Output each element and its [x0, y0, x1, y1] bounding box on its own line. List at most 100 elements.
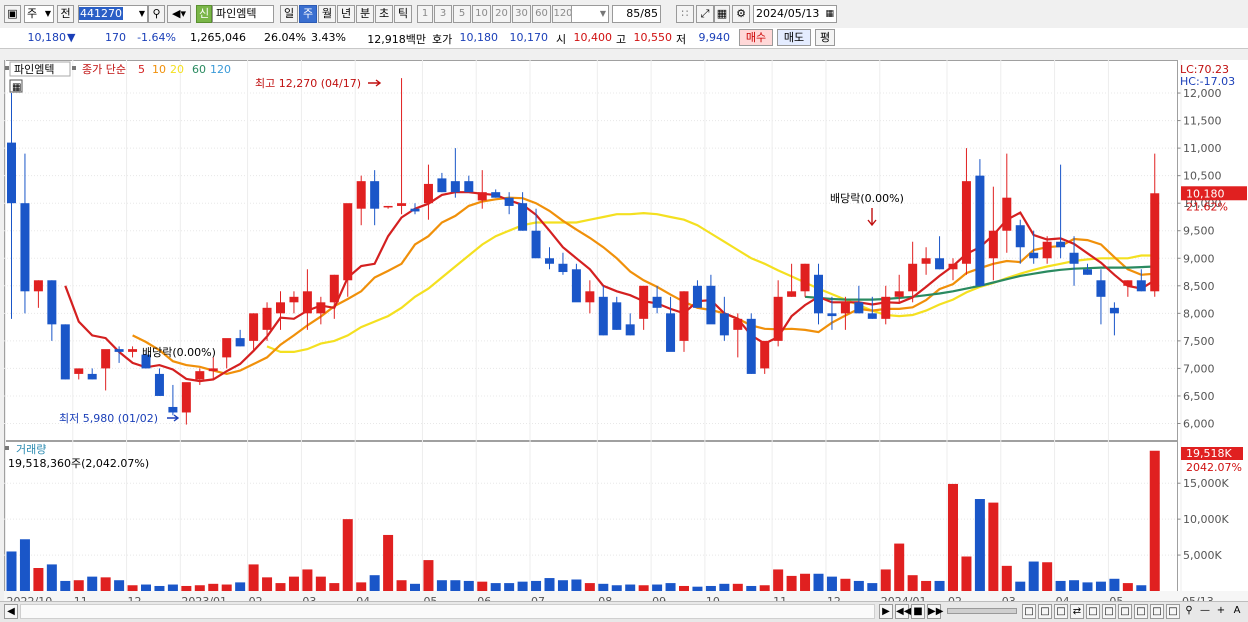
count-field[interactable]: 85/85: [612, 5, 661, 23]
volume-bar: [369, 575, 380, 591]
candle-body: [612, 302, 622, 330]
interval-button-60[interactable]: 60: [532, 5, 551, 23]
volume-value: 1,265,046: [190, 31, 246, 44]
candle-body: [87, 373, 97, 380]
last-page-icon[interactable]: ▶▶: [927, 604, 943, 619]
volume-bar: [262, 577, 273, 591]
tool-icon-10[interactable]: □: [1166, 604, 1180, 619]
grid-icon[interactable]: ∷: [676, 5, 694, 23]
price-tick-label: 11,500: [1183, 115, 1222, 128]
period-tab-6[interactable]: 틱: [394, 5, 412, 23]
sell-button[interactable]: 매도: [777, 29, 811, 46]
scroll-left-icon[interactable]: ◀: [4, 604, 18, 619]
zoom-slider[interactable]: [947, 608, 1017, 614]
high-price: 10,550: [633, 31, 673, 44]
zoom-out-icon[interactable]: —: [1198, 604, 1212, 619]
tool-icon-3[interactable]: □: [1054, 604, 1068, 619]
tool-icon-5[interactable]: □: [1086, 604, 1100, 619]
interval-button-3[interactable]: 3: [434, 5, 452, 23]
draw-icon[interactable]: ⤢: [696, 5, 714, 23]
gear-icon[interactable]: ⚙: [732, 5, 750, 23]
tool-icon-7[interactable]: □: [1118, 604, 1132, 619]
volume-bar: [988, 502, 999, 591]
candle-body: [666, 313, 676, 352]
price-tick-label: 6,500: [1183, 390, 1215, 403]
volume-bar: [948, 483, 958, 591]
candle-body: [975, 175, 985, 286]
search-icon[interactable]: ⚲: [148, 5, 165, 23]
candle-body: [585, 291, 595, 303]
candle-body: [356, 181, 366, 209]
tool-icon-6[interactable]: □: [1102, 604, 1116, 619]
period-tab-5[interactable]: 초: [375, 5, 393, 23]
interval-button-10[interactable]: 10: [472, 5, 491, 23]
first-page-icon[interactable]: ◀◀: [895, 604, 911, 619]
current-price: 10,180: [27, 31, 67, 44]
tool-icon-8[interactable]: □: [1134, 604, 1148, 619]
legend-bullet-icon: [5, 66, 9, 70]
candle-body: [867, 313, 877, 319]
grid-toggle-glyph: ▦: [12, 82, 21, 93]
tool-icon-1[interactable]: □: [1022, 604, 1036, 619]
date-field[interactable]: 2024/05/13 ▦: [753, 5, 837, 23]
volume-bar: [248, 564, 259, 591]
candle-body: [410, 208, 420, 212]
chevron-down-icon: ▼: [138, 9, 145, 18]
volume-bar: [302, 569, 313, 591]
period-tab-2[interactable]: 월: [318, 5, 336, 23]
volume-bar: [167, 584, 178, 591]
scroll-bar[interactable]: ◀ ▶ ◀◀ ■ ▶▶ □ □ □ ⇄ □ □ □ □ □ □ ⚲ — + A: [0, 601, 1248, 622]
volume-bar: [719, 583, 730, 591]
period-tab-0[interactable]: 일: [280, 5, 298, 23]
volume-pct-tag: 2042.07%: [1186, 461, 1242, 474]
zoom-icon[interactable]: ⚲: [1182, 604, 1196, 619]
tool-icon-4[interactable]: ⇄: [1070, 604, 1084, 619]
font-size-icon[interactable]: A: [1230, 604, 1244, 619]
volume-bar: [934, 580, 945, 591]
new-badge: 신: [196, 5, 212, 23]
zoom-in-icon[interactable]: +: [1214, 604, 1228, 619]
speaker-icon[interactable]: ◀▾: [167, 5, 191, 23]
volume-bar: [181, 585, 192, 591]
buy-button[interactable]: 매수: [739, 29, 773, 46]
price-tag: 10,180: [1186, 187, 1225, 200]
eval-button[interactable]: 평: [815, 29, 835, 46]
period-select[interactable]: ▼: [571, 5, 609, 23]
prev-button[interactable]: 전: [57, 5, 74, 23]
interval-button-20[interactable]: 20: [492, 5, 511, 23]
candle-body: [706, 285, 716, 325]
volume-value-label: 19,518,360주(2,042.07%): [8, 457, 149, 470]
period-tab-4[interactable]: 분: [356, 5, 374, 23]
code-input[interactable]: 441270 ▼: [78, 5, 148, 23]
period-tab-3[interactable]: 년: [337, 5, 355, 23]
scroll-track[interactable]: [20, 604, 875, 619]
tool-icon-2[interactable]: □: [1038, 604, 1052, 619]
interval-button-5[interactable]: 5: [453, 5, 471, 23]
chart-menu-icon[interactable]: ▣: [4, 5, 21, 23]
volume-bar: [638, 585, 649, 591]
interval-button-1[interactable]: 1: [417, 5, 433, 23]
save-icon[interactable]: ▦: [714, 5, 730, 23]
interval-button-30[interactable]: 30: [512, 5, 531, 23]
volume-bar: [1028, 561, 1039, 591]
candle-body: [477, 192, 487, 201]
date-text: 2024/05/13: [756, 7, 820, 20]
candle-body: [60, 324, 70, 380]
candle-body: [154, 373, 164, 396]
period-tab-1[interactable]: 주: [299, 5, 317, 23]
low-price: 9,940: [698, 31, 731, 44]
volume-bar: [625, 584, 636, 591]
volume-bar: [1015, 581, 1026, 591]
volume-bar: [1149, 450, 1160, 591]
candle-body: [1109, 307, 1119, 314]
volume-bar: [60, 580, 71, 591]
market-select[interactable]: 주 ▼: [24, 5, 54, 23]
candle-body: [128, 349, 138, 352]
volume-bar: [974, 499, 985, 591]
stock-chart[interactable]: 12,00011,50011,00010,50010,0009,5009,000…: [4, 50, 1248, 621]
stop-icon[interactable]: ■: [911, 604, 925, 619]
volume-bar: [33, 568, 44, 591]
scroll-right-icon[interactable]: ▶: [879, 604, 893, 619]
tool-icon-9[interactable]: □: [1150, 604, 1164, 619]
volume-bar: [1122, 583, 1133, 591]
